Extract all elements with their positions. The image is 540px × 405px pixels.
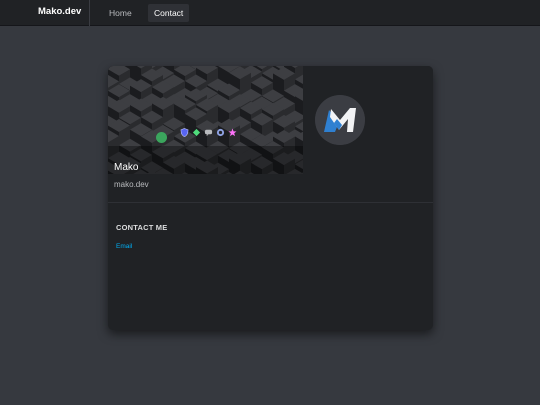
shield-badge-icon[interactable] (180, 127, 189, 137)
banner-image (108, 66, 303, 174)
profile-badges (180, 127, 237, 137)
profile-card: Mako mako.dev CONTACT ME Email (108, 66, 433, 330)
nav-divider (89, 0, 90, 26)
profile-header-right (303, 66, 433, 174)
chat-badge-icon[interactable] (204, 128, 213, 137)
profile-subtitle: mako.dev (114, 180, 149, 189)
profile-display-name: Mako (114, 162, 139, 173)
top-navbar: Mako.dev Home Contact (0, 0, 540, 26)
isometric-blocks-pattern (108, 66, 303, 174)
nav-home-link[interactable]: Home (103, 4, 138, 22)
brand-link[interactable]: Mako.dev (38, 6, 81, 17)
profile-banner (108, 66, 303, 174)
email-link[interactable]: Email (116, 243, 132, 250)
contact-section-title: CONTACT ME (116, 223, 168, 232)
online-status-indicator (156, 132, 167, 143)
mako-logo-icon[interactable] (315, 95, 365, 145)
nav-contact-link[interactable]: Contact (148, 4, 190, 22)
gem-badge-icon[interactable] (192, 128, 201, 137)
star-badge-icon[interactable] (228, 128, 237, 137)
section-divider (108, 202, 433, 203)
nitro-badge-icon[interactable] (216, 128, 225, 137)
